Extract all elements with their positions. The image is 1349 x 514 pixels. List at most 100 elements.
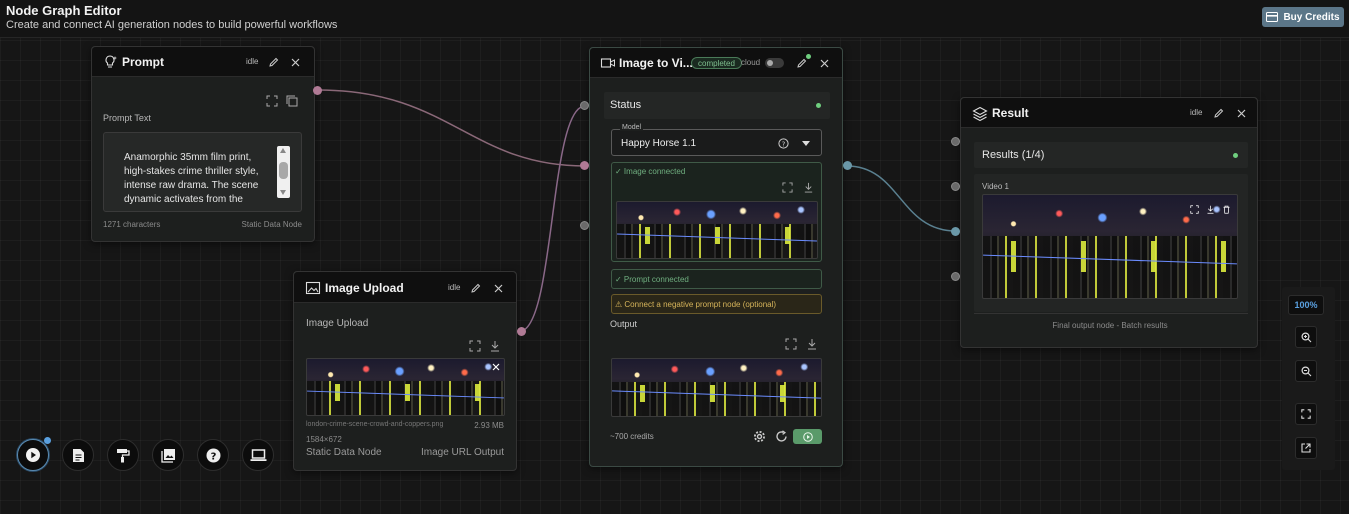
edit-button[interactable] (267, 55, 281, 69)
negative-prompt-warning: ⚠ Connect a negative prompt node (option… (611, 294, 822, 314)
remove-image-icon[interactable] (492, 363, 500, 371)
prompt-node[interactable]: Prompt idle Prompt Text Anamorphic 35mm … (91, 46, 315, 242)
run-button[interactable] (793, 429, 822, 444)
notification-dot (44, 437, 51, 444)
documents-button[interactable] (62, 439, 94, 471)
results-bar: Results (1/4) (974, 142, 1248, 168)
uploaded-image-preview (306, 358, 505, 416)
prompt-text: Anamorphic 35mm film print, high-stakes … (124, 152, 259, 205)
help-button[interactable]: ? (197, 439, 229, 471)
wire-prompt-to-video (317, 89, 586, 167)
expand-icon[interactable] (782, 182, 793, 193)
status-dot (816, 103, 821, 108)
image-upload-node[interactable]: Image Upload idle Image Upload london-cr… (293, 271, 517, 471)
pencil-icon (471, 283, 481, 293)
video-image-input-port[interactable] (580, 101, 589, 110)
expand-icon[interactable] (785, 338, 797, 350)
expand-icon[interactable] (266, 95, 278, 107)
svg-text:?: ? (782, 140, 786, 148)
export-button[interactable] (1295, 437, 1317, 459)
gallery-icon (160, 448, 175, 463)
zoom-out-icon (1300, 365, 1311, 376)
pencil-icon (269, 57, 279, 67)
play-icon (26, 448, 40, 462)
result-input-port-4[interactable] (951, 272, 960, 281)
prompt-node-header[interactable]: Prompt idle (92, 47, 314, 77)
expand-icon[interactable] (469, 340, 481, 352)
output-label: Output (610, 319, 638, 329)
download-icon[interactable] (1206, 205, 1215, 214)
result-video-preview[interactable] (982, 194, 1238, 299)
prompt-output-port[interactable] (313, 86, 322, 95)
input-image-preview (616, 201, 818, 259)
model-value: Happy Horse 1.1 (621, 138, 697, 149)
prompt-textarea[interactable]: Anamorphic 35mm film print, high-stakes … (103, 132, 302, 212)
upload-output-port[interactable] (517, 327, 526, 336)
image-connected-text: ✓ Image connected (615, 167, 686, 176)
status-label: Status (610, 99, 642, 111)
video-output-port[interactable] (843, 161, 852, 170)
pencil-icon (797, 58, 807, 68)
active-indicator (806, 54, 811, 59)
zoom-in-button[interactable] (1295, 326, 1317, 348)
image-upload-label: Image Upload (306, 318, 369, 329)
video-negative-input-port[interactable] (580, 221, 589, 230)
image-to-video-node[interactable]: Image to Vi... completed cloud Status Mo… (589, 47, 843, 467)
node-type: Static Data Node (241, 220, 302, 229)
output-type: Image URL Output (420, 447, 504, 458)
edit-button[interactable] (1212, 106, 1226, 120)
textarea-scrollbar[interactable] (277, 146, 290, 198)
image-dimensions: 1584×672 (306, 435, 342, 444)
run-workflow-button[interactable] (17, 439, 49, 471)
download-icon[interactable] (489, 340, 501, 352)
settings-gear-icon[interactable] (753, 430, 766, 443)
image-icon (305, 281, 321, 295)
chevron-down-icon (802, 141, 810, 146)
fit-view-button[interactable] (1295, 403, 1317, 425)
prompt-node-status: idle (246, 57, 259, 66)
video-prompt-input-port[interactable] (580, 161, 589, 170)
wire-video-to-result (846, 165, 957, 232)
app-title: Node Graph Editor (6, 3, 122, 18)
result-input-port-1[interactable] (951, 137, 960, 146)
video-camera-icon (600, 58, 615, 68)
laptop-icon (250, 448, 266, 461)
result-input-port-3[interactable] (951, 227, 960, 236)
display-button[interactable] (242, 439, 274, 471)
result-node[interactable]: Result idle Results (1/4) Video 1 Final … (960, 97, 1258, 348)
zoom-out-button[interactable] (1295, 360, 1317, 382)
result-node-header[interactable]: Result idle (961, 98, 1257, 128)
copy-icon[interactable] (286, 95, 298, 107)
download-icon[interactable] (806, 338, 818, 350)
credit-card-icon (1266, 12, 1279, 22)
result-input-port-2[interactable] (951, 182, 960, 191)
close-button[interactable] (1234, 106, 1248, 120)
edit-button[interactable] (469, 281, 483, 295)
buy-credits-button[interactable]: Buy Credits (1262, 7, 1344, 27)
zoom-in-icon (1300, 331, 1311, 342)
document-icon (72, 448, 84, 462)
close-button[interactable] (288, 55, 302, 69)
result-footer: Final output node - Batch results (1052, 321, 1168, 330)
expand-icon[interactable] (1190, 205, 1199, 214)
app-subtitle: Create and connect AI generation nodes t… (6, 19, 338, 31)
prompt-node-title: Prompt (122, 55, 164, 69)
play-circle-icon (802, 431, 813, 442)
negative-prompt-text: ⚠ Connect a negative prompt node (option… (615, 300, 777, 309)
video-node-header[interactable]: Image to Vi... completed cloud (590, 48, 842, 78)
cloud-toggle[interactable] (765, 58, 784, 68)
output-video-preview[interactable] (611, 358, 822, 417)
layers-icon (972, 106, 988, 122)
status-badge: completed (691, 57, 742, 69)
refresh-icon[interactable] (775, 430, 788, 443)
gallery-button[interactable] (152, 439, 184, 471)
help-icon[interactable]: ? (778, 138, 789, 149)
download-icon[interactable] (803, 182, 814, 193)
upload-node-header[interactable]: Image Upload idle (294, 272, 516, 303)
model-select[interactable]: Model Happy Horse 1.1 ? (611, 124, 822, 156)
delete-icon[interactable] (1222, 205, 1231, 214)
close-button[interactable] (817, 56, 831, 70)
styles-button[interactable] (107, 439, 139, 471)
image-connected-panel: ✓ Image connected (611, 162, 822, 262)
close-button[interactable] (491, 281, 505, 295)
